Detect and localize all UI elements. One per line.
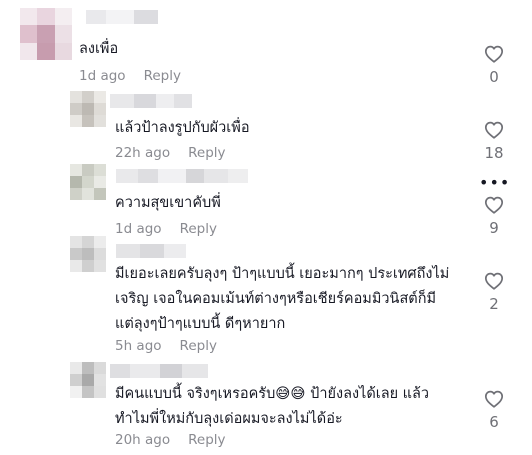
comment-text: ลงเพื่อ — [79, 37, 118, 62]
heart-icon[interactable] — [479, 121, 509, 139]
avatar[interactable] — [70, 362, 106, 398]
username-blurred[interactable] — [116, 244, 186, 258]
comment-meta: 22h ago Reply — [115, 145, 226, 161]
comment-text-line: มีเยอะเลยครับลุงๆ ป้าๆแบบนี้ เยอะมากๆ ปร… — [115, 266, 450, 282]
like-button[interactable]: 2 — [479, 272, 509, 313]
comment-text-line: ทำไมพี่ใหม่กับลุงเด่อผมจะลงไม่ได้อ่ะ — [115, 411, 343, 427]
comment-text-line: แล้วป้าลงรูปกับผัวเพื่อ — [115, 120, 250, 136]
comment-text: ความสุขเขาคับพี่ — [115, 191, 221, 216]
timestamp: 5h ago — [115, 338, 162, 354]
comment-text-line: เจริญ เจอในคอมเม้นท์ต่างๆหรือเชียร์คอมมิ… — [115, 291, 437, 307]
like-button[interactable]: 18 — [479, 121, 509, 162]
username-blurred[interactable] — [116, 169, 248, 183]
comment-meta: 20h ago Reply — [115, 432, 226, 448]
like-count: 18 — [484, 144, 504, 162]
reply-button[interactable]: Reply — [144, 68, 181, 84]
like-count: 0 — [489, 68, 499, 86]
reply-button[interactable]: Reply — [188, 432, 225, 448]
timestamp: 1d ago — [79, 68, 126, 84]
timestamp: 22h ago — [115, 145, 171, 161]
like-button[interactable]: 0 — [479, 45, 509, 86]
comment-meta: 5h ago Reply — [115, 338, 217, 354]
heart-icon[interactable] — [479, 390, 509, 408]
like-count: 9 — [489, 219, 499, 237]
comment-text-line: ลงเพื่อ — [79, 41, 119, 57]
comment-text-line: ความสุขเขาคับพี่ — [115, 195, 221, 211]
like-button[interactable]: 9 — [479, 196, 509, 237]
like-button[interactable]: 6 — [479, 390, 509, 431]
reply-button[interactable]: Reply — [188, 145, 225, 161]
username-blurred[interactable] — [110, 364, 208, 378]
heart-icon[interactable] — [479, 45, 509, 63]
comment-text: แล้วป้าลงรูปกับผัวเพื่อ — [115, 116, 250, 141]
like-count: 6 — [489, 413, 499, 431]
avatar[interactable] — [70, 91, 106, 127]
avatar[interactable] — [70, 236, 106, 272]
more-options-icon[interactable]: ••• — [479, 175, 509, 191]
reply-button[interactable]: Reply — [180, 338, 217, 354]
comment-meta: 1d ago Reply — [79, 68, 181, 84]
like-count: 2 — [489, 295, 499, 313]
timestamp: 20h ago — [115, 432, 171, 448]
reply-button[interactable]: Reply — [180, 221, 217, 237]
heart-icon[interactable] — [479, 272, 509, 290]
heart-icon[interactable] — [479, 196, 509, 214]
comment-text-line: แต่ลุงๆป้าๆแบบนี้ ดีๆหายาก — [115, 316, 286, 332]
avatar[interactable] — [70, 164, 106, 200]
comment-text: มีคนแบบนี้ จริงๆเหรอครับ😅😅 ป้ายังลงได้เล… — [115, 382, 429, 432]
comment-text: มีเยอะเลยครับลุงๆ ป้าๆแบบนี้ เยอะมากๆ ปร… — [115, 262, 449, 337]
timestamp: 1d ago — [115, 221, 162, 237]
comment-meta: 1d ago Reply — [115, 221, 217, 237]
comment-text-line: มีคนแบบนี้ จริงๆเหรอครับ😅😅 ป้ายังลงได้เล… — [115, 386, 430, 402]
username-blurred[interactable] — [110, 94, 192, 108]
avatar[interactable] — [20, 8, 72, 60]
username-blurred[interactable] — [86, 10, 158, 24]
